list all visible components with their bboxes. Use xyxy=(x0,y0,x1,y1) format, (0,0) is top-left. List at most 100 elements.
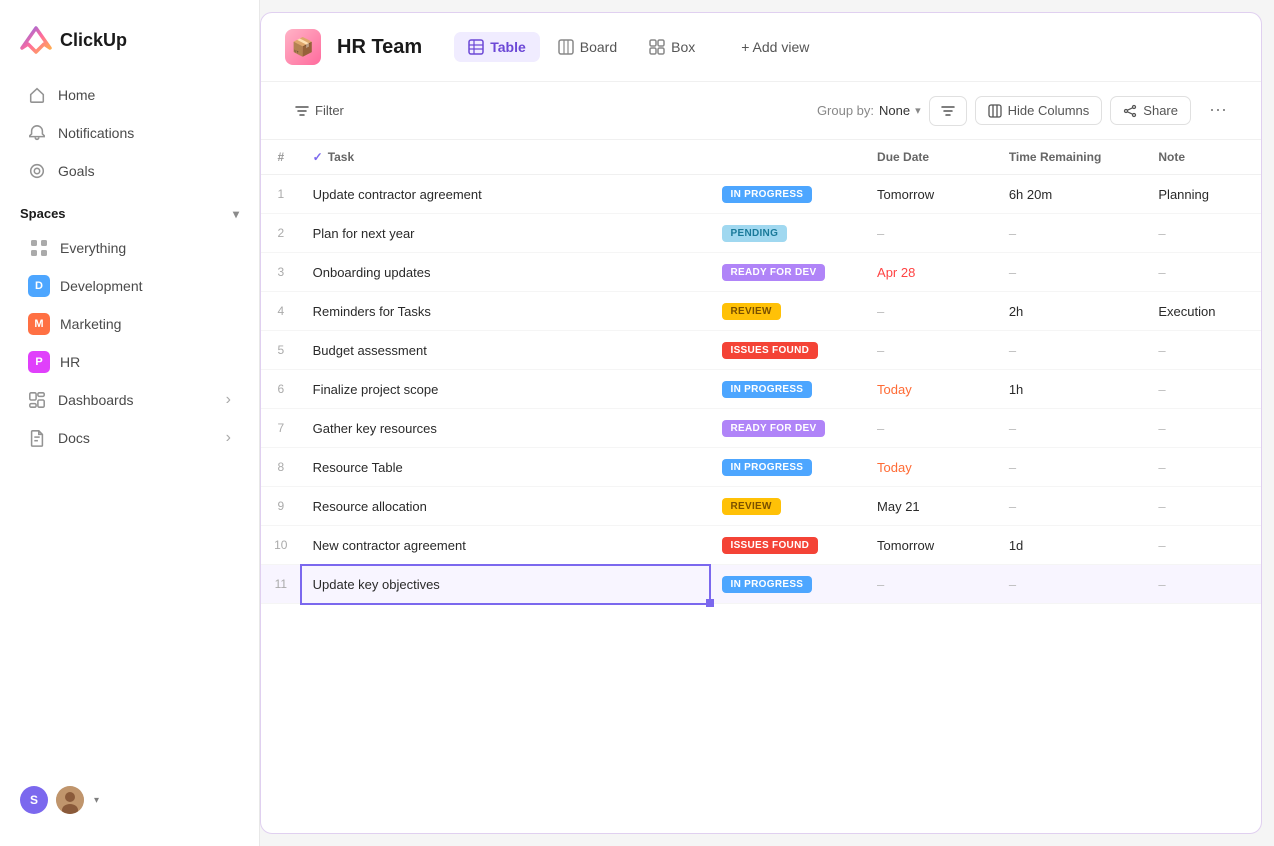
status-badge: PENDING xyxy=(722,225,788,242)
row-time-remaining: – xyxy=(997,409,1147,448)
toolbar: Filter Group by: None ▾ Hide Columns xyxy=(261,82,1261,140)
topbar: 📦 HR Team Table Board xyxy=(261,13,1261,82)
spaces-chevron: ▾ xyxy=(233,207,239,221)
group-by-control[interactable]: Group by: None ▾ xyxy=(817,103,921,118)
row-num: 5 xyxy=(261,331,301,370)
table-row[interactable]: 2 Plan for next year PENDING – – – xyxy=(261,214,1261,253)
sidebar-item-development[interactable]: D Development xyxy=(8,267,251,305)
table-row[interactable]: 4 Reminders for Tasks REVIEW – 2h Execut… xyxy=(261,292,1261,331)
table-row[interactable]: 3 Onboarding updates READY FOR DEV Apr 2… xyxy=(261,253,1261,292)
table-row[interactable]: 10 New contractor agreement ISSUES FOUND… xyxy=(261,526,1261,565)
filter-label: Filter xyxy=(315,103,344,118)
row-num: 7 xyxy=(261,409,301,448)
row-due-date: Tomorrow xyxy=(865,526,997,565)
row-status[interactable]: READY FOR DEV xyxy=(710,409,866,448)
row-due-date: Apr 28 xyxy=(865,253,997,292)
row-status[interactable]: REVIEW xyxy=(710,292,866,331)
row-status[interactable]: IN PROGRESS xyxy=(710,448,866,487)
row-note: – xyxy=(1146,331,1261,370)
row-num: 11 xyxy=(261,565,301,604)
logo-area[interactable]: ClickUp xyxy=(0,16,259,76)
row-time-remaining: – xyxy=(997,253,1147,292)
row-task[interactable]: Gather key resources xyxy=(301,409,710,448)
table-row[interactable]: 8 Resource Table IN PROGRESS Today – – xyxy=(261,448,1261,487)
sidebar-item-everything[interactable]: Everything xyxy=(8,229,251,267)
sidebar-item-hr[interactable]: P HR xyxy=(8,343,251,381)
row-status[interactable]: IN PROGRESS xyxy=(710,175,866,214)
marketing-avatar: M xyxy=(28,313,50,335)
spaces-section-header[interactable]: Spaces ▾ xyxy=(0,190,259,229)
row-time-remaining: – xyxy=(997,214,1147,253)
row-task[interactable]: Reminders for Tasks xyxy=(301,292,710,331)
dashboards-chevron: › xyxy=(226,391,231,409)
row-time-remaining: – xyxy=(997,565,1147,604)
row-note: Planning xyxy=(1146,175,1261,214)
sidebar-item-dashboards[interactable]: Dashboards › xyxy=(8,381,251,419)
sidebar: ClickUp Home Notifications Goals Spaces … xyxy=(0,0,260,846)
sidebar-item-notifications[interactable]: Notifications xyxy=(8,114,251,152)
row-time-remaining: – xyxy=(997,331,1147,370)
row-time-remaining: 1h xyxy=(997,370,1147,409)
hide-columns-icon xyxy=(988,104,1002,118)
row-task[interactable]: Budget assessment xyxy=(301,331,710,370)
tab-table[interactable]: Table xyxy=(454,32,540,62)
table-row[interactable]: 6 Finalize project scope IN PROGRESS Tod… xyxy=(261,370,1261,409)
workspace-title: HR Team xyxy=(337,36,422,59)
row-status[interactable]: REVIEW xyxy=(710,487,866,526)
view-tabs: Table Board Box xyxy=(454,32,709,62)
row-note: – xyxy=(1146,565,1261,604)
more-button[interactable]: ⋯ xyxy=(1199,94,1237,127)
row-task[interactable]: Plan for next year xyxy=(301,214,710,253)
status-badge: REVIEW xyxy=(722,498,781,515)
user-chevron-icon: ▾ xyxy=(94,795,99,806)
row-task[interactable]: Resource Table xyxy=(301,448,710,487)
sidebar-item-goals[interactable]: Goals xyxy=(8,152,251,190)
row-status[interactable]: IN PROGRESS xyxy=(710,565,866,604)
row-task[interactable]: Update key objectives xyxy=(301,565,710,604)
hide-columns-button[interactable]: Hide Columns xyxy=(975,96,1103,125)
col-task-label: Task xyxy=(328,150,354,164)
user-photo-avatar xyxy=(56,786,84,814)
row-task[interactable]: Onboarding updates xyxy=(301,253,710,292)
col-status xyxy=(710,140,866,175)
table-row[interactable]: 11 Update key objectives IN PROGRESS – –… xyxy=(261,565,1261,604)
sidebar-item-home[interactable]: Home xyxy=(8,76,251,114)
table-row[interactable]: 7 Gather key resources READY FOR DEV – –… xyxy=(261,409,1261,448)
row-num: 8 xyxy=(261,448,301,487)
tab-board[interactable]: Board xyxy=(544,32,631,62)
row-status[interactable]: IN PROGRESS xyxy=(710,370,866,409)
user-area[interactable]: S ▾ xyxy=(0,770,259,830)
sidebar-item-docs[interactable]: Docs › xyxy=(8,419,251,457)
row-num: 1 xyxy=(261,175,301,214)
filter-button[interactable]: Filter xyxy=(285,98,354,123)
row-status[interactable]: PENDING xyxy=(710,214,866,253)
bell-icon xyxy=(28,124,46,142)
share-label: Share xyxy=(1143,103,1178,118)
table-row[interactable]: 1 Update contractor agreement IN PROGRES… xyxy=(261,175,1261,214)
row-status[interactable]: ISSUES FOUND xyxy=(710,331,866,370)
status-badge: IN PROGRESS xyxy=(722,186,813,203)
share-button[interactable]: Share xyxy=(1110,96,1191,125)
row-task[interactable]: New contractor agreement xyxy=(301,526,710,565)
status-badge: IN PROGRESS xyxy=(722,381,813,398)
sort-button[interactable] xyxy=(929,96,967,126)
everything-icon xyxy=(28,237,50,259)
sidebar-item-marketing[interactable]: M Marketing xyxy=(8,305,251,343)
add-view-button[interactable]: + Add view xyxy=(729,32,821,62)
row-note: – xyxy=(1146,253,1261,292)
row-task[interactable]: Resource allocation xyxy=(301,487,710,526)
row-due-date: – xyxy=(865,331,997,370)
row-note: – xyxy=(1146,370,1261,409)
row-status[interactable]: ISSUES FOUND xyxy=(710,526,866,565)
row-note: – xyxy=(1146,214,1261,253)
row-task[interactable]: Finalize project scope xyxy=(301,370,710,409)
clickup-logo-icon xyxy=(20,24,52,56)
table-row[interactable]: 5 Budget assessment ISSUES FOUND – – – xyxy=(261,331,1261,370)
row-status[interactable]: READY FOR DEV xyxy=(710,253,866,292)
row-task[interactable]: Update contractor agreement xyxy=(301,175,710,214)
table-row[interactable]: 9 Resource allocation REVIEW May 21 – – xyxy=(261,487,1261,526)
col-num: # xyxy=(261,140,301,175)
status-badge: IN PROGRESS xyxy=(722,459,813,476)
tab-box[interactable]: Box xyxy=(635,32,709,62)
col-due-date: Due Date xyxy=(865,140,997,175)
